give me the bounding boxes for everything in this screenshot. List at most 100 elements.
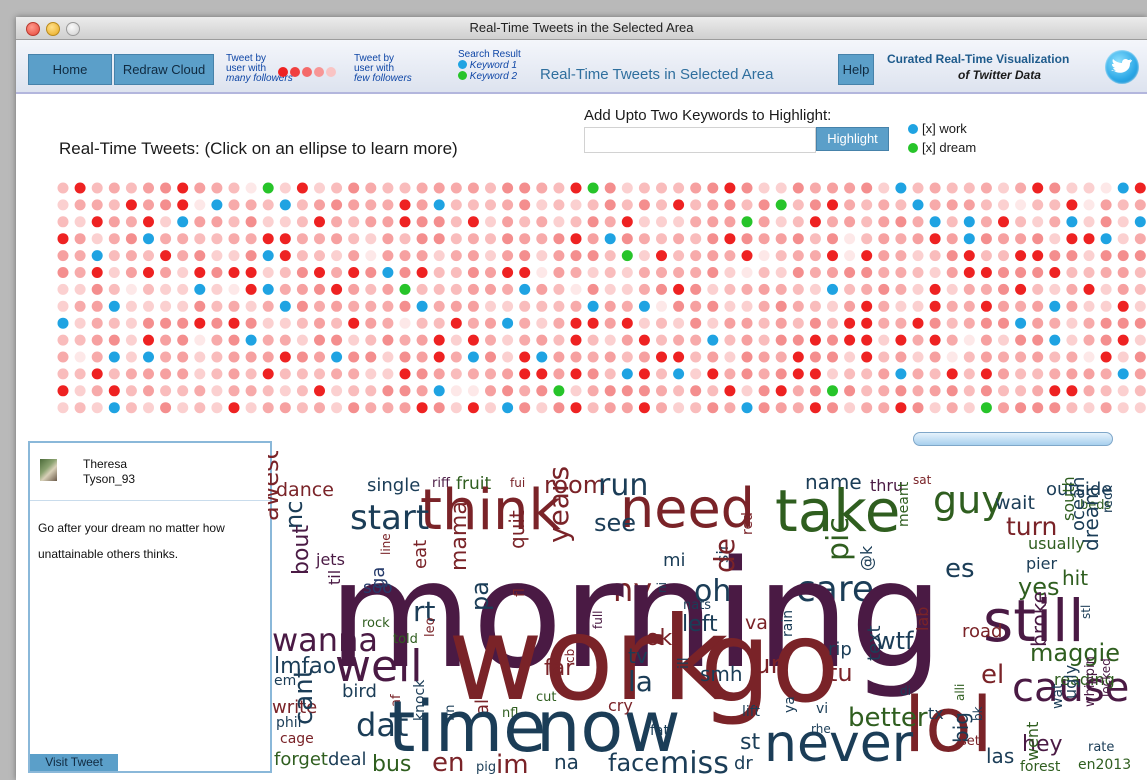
- tweet-dot[interactable]: [1117, 385, 1129, 397]
- tweet-dot[interactable]: [878, 267, 890, 278]
- cloud-word[interactable]: went: [1023, 722, 1042, 761]
- tweet-dot[interactable]: [638, 334, 650, 346]
- tweet-dot[interactable]: [878, 182, 890, 194]
- tweet-dot[interactable]: [382, 334, 394, 346]
- tweet-dot[interactable]: [673, 199, 685, 211]
- cloud-word[interactable]: es: [945, 554, 975, 584]
- tweet-dot[interactable]: [143, 216, 154, 228]
- tweet-dot[interactable]: [143, 368, 154, 380]
- tweet-dot[interactable]: [125, 250, 137, 262]
- tweet-dot[interactable]: [998, 233, 1009, 245]
- tweet-dot[interactable]: [245, 385, 257, 397]
- tweet-dot[interactable]: [1083, 351, 1095, 363]
- tweet-dot[interactable]: [690, 402, 702, 414]
- tweet-dot[interactable]: [980, 283, 992, 295]
- tweet-dot[interactable]: [553, 267, 565, 278]
- tweet-dot[interactable]: [963, 250, 975, 262]
- tweet-dot[interactable]: [262, 402, 274, 414]
- tweet-dot[interactable]: [1015, 216, 1027, 228]
- tweet-dot[interactable]: [519, 182, 531, 194]
- tweet-dot[interactable]: [314, 267, 325, 278]
- tweet-dot[interactable]: [1134, 317, 1146, 329]
- tweet-dot[interactable]: [125, 351, 137, 363]
- tweet-dot[interactable]: [485, 368, 496, 380]
- tweet-dot[interactable]: [587, 182, 599, 194]
- tweet-dot[interactable]: [108, 317, 120, 329]
- tweet-dot[interactable]: [1100, 334, 1112, 346]
- tweet-dot[interactable]: [1134, 351, 1146, 363]
- tweet-dot[interactable]: [1049, 199, 1061, 211]
- tweet-dot[interactable]: [570, 402, 582, 414]
- tweet-dot[interactable]: [1100, 385, 1112, 397]
- tweet-dot[interactable]: [827, 250, 838, 262]
- tweet-dot[interactable]: [228, 182, 240, 194]
- tweet-dot[interactable]: [433, 182, 445, 194]
- tweet-dot[interactable]: [946, 300, 958, 312]
- tweet-dot[interactable]: [143, 182, 154, 194]
- tweet-dot[interactable]: [91, 283, 103, 295]
- tweet-dot[interactable]: [262, 267, 274, 278]
- tweet-dot[interactable]: [724, 368, 736, 380]
- tweet-dot[interactable]: [502, 317, 514, 329]
- cloud-word[interactable]: na: [554, 750, 579, 774]
- tweet-dot[interactable]: [228, 283, 240, 295]
- tweet-dot[interactable]: [604, 402, 616, 414]
- tweet-dot[interactable]: [416, 385, 428, 397]
- tweet-dot[interactable]: [792, 385, 804, 397]
- tweet-dot[interactable]: [348, 368, 360, 380]
- tweet-dot[interactable]: [194, 250, 206, 262]
- tweet-dot[interactable]: [211, 182, 223, 194]
- tweet-dot[interactable]: [262, 216, 274, 228]
- tweet-dot[interactable]: [502, 267, 514, 278]
- tweet-dot[interactable]: [450, 216, 462, 228]
- tweet-dot[interactable]: [1117, 267, 1129, 278]
- tweet-dot[interactable]: [1066, 334, 1078, 346]
- tweet-dot[interactable]: [741, 216, 753, 228]
- tweet-dot[interactable]: [809, 334, 821, 346]
- tweet-dot[interactable]: [74, 351, 86, 363]
- tweet-dot[interactable]: [262, 334, 274, 346]
- tweet-dot[interactable]: [861, 368, 873, 380]
- tweet-dot[interactable]: [1015, 402, 1027, 414]
- tweet-dot[interactable]: [57, 250, 69, 262]
- tweet-dot[interactable]: [1100, 233, 1112, 245]
- tweet-dot[interactable]: [331, 300, 343, 312]
- tweet-dot[interactable]: [536, 351, 548, 363]
- tweet-dot[interactable]: [724, 250, 736, 262]
- tweet-dot[interactable]: [536, 267, 548, 278]
- tweet-dot[interactable]: [74, 233, 86, 245]
- tweet-dot[interactable]: [177, 250, 189, 262]
- tweet-dot[interactable]: [399, 351, 411, 363]
- tweet-dot[interactable]: [536, 368, 548, 380]
- tweet-dot[interactable]: [450, 182, 462, 194]
- tweet-dot[interactable]: [724, 267, 736, 278]
- cloud-word[interactable]: pier: [1026, 554, 1057, 573]
- tweet-dot[interactable]: [348, 233, 360, 245]
- tweet-dot[interactable]: [895, 216, 907, 228]
- tweet-dot[interactable]: [724, 283, 736, 295]
- tweet-dot[interactable]: [125, 233, 137, 245]
- tweet-dot[interactable]: [245, 402, 257, 414]
- tweet-dot[interactable]: [399, 334, 411, 346]
- tweet-dot[interactable]: [314, 216, 325, 228]
- tweet-dot[interactable]: [177, 385, 189, 397]
- zoom-window-button[interactable]: [66, 22, 80, 36]
- tweet-dot[interactable]: [929, 250, 941, 262]
- tweet-dot[interactable]: [1049, 368, 1061, 380]
- tweet-dot[interactable]: [194, 300, 206, 312]
- tweet-dot[interactable]: [946, 368, 958, 380]
- tweet-dot[interactable]: [1066, 283, 1078, 295]
- tweet-dot[interactable]: [314, 334, 325, 346]
- tweet-dot[interactable]: [177, 267, 189, 278]
- tweet-dot[interactable]: [980, 182, 992, 194]
- cloud-word[interactable]: reck: [1101, 485, 1116, 513]
- tweet-dot[interactable]: [1032, 283, 1044, 295]
- tweet-dot[interactable]: [1134, 300, 1146, 312]
- tweet-dot[interactable]: [878, 199, 890, 211]
- tweet-dot[interactable]: [638, 233, 650, 245]
- cloud-word[interactable]: sat: [913, 473, 932, 487]
- tweet-dot[interactable]: [638, 182, 650, 194]
- tweet-dot[interactable]: [74, 385, 86, 397]
- cloud-word[interactable]: cage: [280, 731, 314, 747]
- tweet-dot[interactable]: [1049, 233, 1061, 245]
